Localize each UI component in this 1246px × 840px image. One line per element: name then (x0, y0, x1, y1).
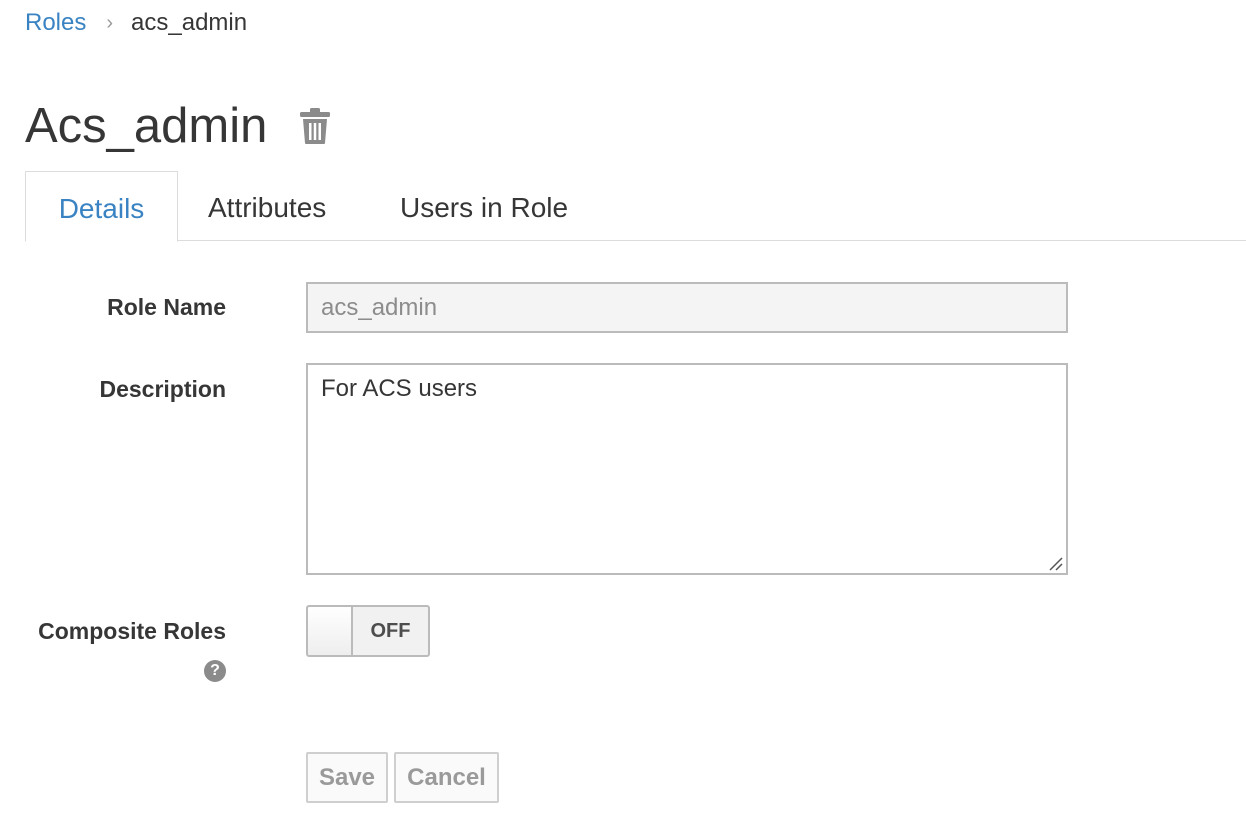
save-button[interactable]: Save (306, 752, 388, 803)
cancel-button[interactable]: Cancel (394, 752, 499, 803)
question-circle-icon[interactable]: ? (204, 660, 226, 682)
breadcrumb-separator: › (106, 12, 114, 34)
title-row: Acs_admin (25, 96, 331, 156)
description-label: Description (99, 376, 226, 402)
tab-users-in-role[interactable]: Users in Role (400, 171, 568, 241)
resize-grip-icon[interactable] (1047, 555, 1063, 571)
role-name-field: acs_admin (306, 282, 1068, 333)
toggle-state-text: OFF (370, 620, 411, 642)
tab-attributes[interactable]: Attributes (208, 171, 326, 241)
role-name-label: Role Name (107, 294, 226, 320)
breadcrumb: Roles › acs_admin (25, 8, 247, 38)
page-title: Acs_admin (25, 99, 268, 153)
toggle-knob[interactable] (308, 607, 353, 655)
description-textarea[interactable]: For ACS users (306, 363, 1068, 575)
tab-bar: Details Attributes Users in Role (25, 171, 1246, 242)
composite-roles-toggle[interactable]: OFF (306, 605, 430, 657)
breadcrumb-current: acs_admin (131, 9, 248, 36)
tab-details[interactable]: Details (25, 171, 178, 242)
breadcrumb-roles-link[interactable]: Roles (25, 8, 86, 38)
role-details-page: Roles › acs_admin Acs_admin Details Attr… (0, 0, 1246, 840)
trash-icon[interactable] (299, 106, 331, 146)
composite-roles-label: Composite Roles (38, 618, 226, 644)
